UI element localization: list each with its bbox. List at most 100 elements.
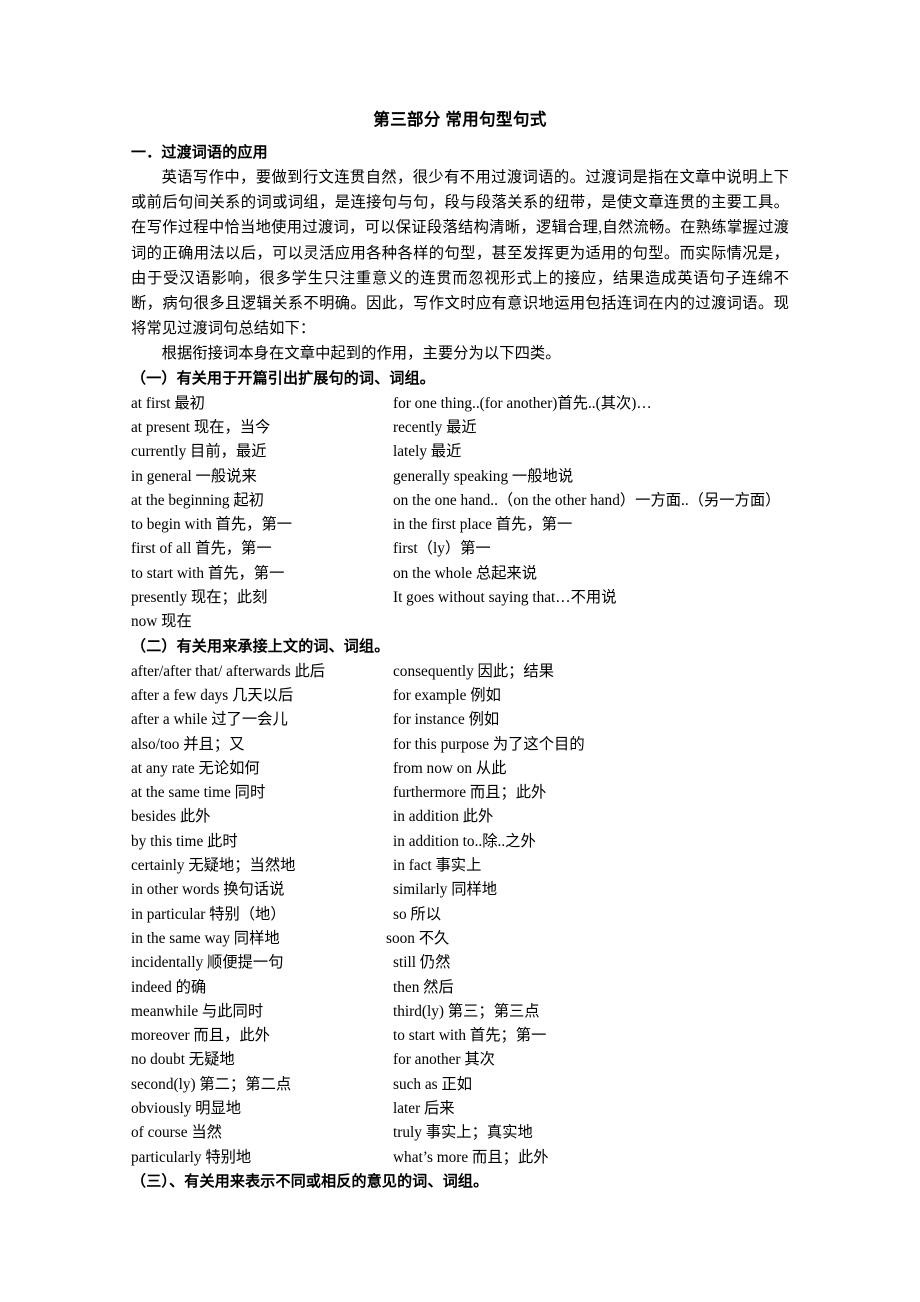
word-pair-row: now 现在 xyxy=(131,610,789,634)
word-entry-left: at the same time 同时 xyxy=(131,784,266,802)
word-pair-row: at first 最初 for one thing..(for another)首… xyxy=(131,392,789,416)
word-entry-right: on the one hand..（on the other hand）一方面.… xyxy=(393,491,781,509)
word-entry-right: for one thing..(for another)首先..(其次)… xyxy=(393,394,652,412)
word-pair-row: presently 现在；此刻 It goes without saying th… xyxy=(131,586,789,610)
word-entry-left: at the beginning 起初 xyxy=(131,491,264,509)
word-entry-right: in the first place 首先，第一 xyxy=(393,516,573,534)
word-pair-row: particularly 特别地 what’s more 而且；此外 xyxy=(131,1146,789,1170)
word-entry-right: furthermore 而且；此外 xyxy=(393,784,547,802)
word-entry-right: first（ly）第一 xyxy=(393,540,491,558)
word-entry-right: so 所以 xyxy=(393,905,442,923)
word-entry-right: to start with 首先；第一 xyxy=(393,1027,547,1045)
word-pair-row: obviously 明显地 later 后来 xyxy=(131,1097,789,1121)
word-entry-right: such as 正如 xyxy=(393,1075,473,1093)
word-pair-row: first of all 首先，第一 first（ly）第一 xyxy=(131,537,789,561)
word-entry-right: third(ly) 第三；第三点 xyxy=(393,1002,540,1020)
word-entry-left: obviously 明显地 xyxy=(131,1099,242,1117)
word-pair-row: after/after that/ afterwards 此后 consequen… xyxy=(131,660,789,684)
word-entry-right: It goes without saying that…不用说 xyxy=(393,589,617,607)
word-pair-row: certainly 无疑地；当然地 in fact 事实上 xyxy=(131,854,789,878)
word-entry-left: indeed 的确 xyxy=(131,978,207,996)
word-pair-row: in other words 换句话说 similarly 同样地 xyxy=(131,878,789,902)
word-pair-row: at the beginning 起初 on the one hand..（on … xyxy=(131,489,789,513)
word-entry-right: truly 事实上；真实地 xyxy=(393,1124,533,1142)
word-entry-right: for instance 例如 xyxy=(393,711,500,729)
page-title: 第三部分 常用句型句式 xyxy=(373,110,547,129)
word-entry-right: later 后来 xyxy=(393,1099,455,1117)
word-entry-left: in other words 换句话说 xyxy=(131,881,285,899)
word-pair-row: in general 一般说来 generally speaking 一般地说 xyxy=(131,465,789,489)
word-pair-row: moreover 而且，此外 to start with 首先；第一 xyxy=(131,1024,789,1048)
word-entry-right: generally speaking 一般地说 xyxy=(393,467,574,485)
word-list-2: after/after that/ afterwards 此后 consequen… xyxy=(131,660,789,1170)
word-entry-right: similarly 同样地 xyxy=(393,881,498,899)
word-entry-left: at present 现在，当今 xyxy=(131,418,271,436)
word-entry-left: currently 目前，最近 xyxy=(131,443,267,461)
word-entry-left: first of all 首先，第一 xyxy=(131,540,272,558)
word-pair-row: after a few days 几天以后 for example 例如 xyxy=(131,684,789,708)
word-list-1: at first 最初 for one thing..(for another)首… xyxy=(131,392,789,635)
word-entry-left: moreover 而且，此外 xyxy=(131,1027,270,1045)
word-pair-row: in particular 特别（地） so 所以 xyxy=(131,903,789,927)
word-pair-row: at the same time 同时 furthermore 而且；此外 xyxy=(131,781,789,805)
word-pair-row: also/too 并且；又 for this purpose 为了这个目的 xyxy=(131,733,789,757)
word-entry-left: after a few days 几天以后 xyxy=(131,686,294,704)
word-entry-left: no doubt 无疑地 xyxy=(131,1051,235,1069)
word-entry-right: soon 不久 xyxy=(386,929,450,947)
word-pair-row: indeed 的确 then 然后 xyxy=(131,976,789,1000)
document-content: 第三部分 常用句型句式 一．过渡词语的应用 英语写作中，要做到行文连贯自然，很少… xyxy=(131,108,789,1195)
word-pair-row: meanwhile 与此同时 third(ly) 第三；第三点 xyxy=(131,1000,789,1024)
word-entry-right: for this purpose 为了这个目的 xyxy=(393,735,585,753)
subsection-heading-2: （二）有关用来承接上文的词、词组。 xyxy=(131,638,390,655)
word-entry-right: on the whole 总起来说 xyxy=(393,564,538,582)
word-entry-left: certainly 无疑地；当然地 xyxy=(131,857,296,875)
word-pair-row: after a while 过了一会儿 for instance 例如 xyxy=(131,708,789,732)
word-entry-right: still 仍然 xyxy=(393,954,451,972)
word-entry-left: in the same way 同样地 xyxy=(131,929,280,947)
word-pair-row: no doubt 无疑地 for another 其次 xyxy=(131,1048,789,1072)
word-entry-right: then 然后 xyxy=(393,978,454,996)
document-page: 第三部分 常用句型句式 一．过渡词语的应用 英语写作中，要做到行文连贯自然，很少… xyxy=(0,0,920,1302)
word-pair-row: at present 现在，当今 recently 最近 xyxy=(131,416,789,440)
word-entry-left: now 现在 xyxy=(131,613,192,631)
subsection-heading-1: （一）有关用于开篇引出扩展句的词、词组。 xyxy=(131,370,436,387)
word-entry-left: by this time 此时 xyxy=(131,832,238,850)
word-pair-row: by this time 此时 in addition to..除..之外 xyxy=(131,830,789,854)
word-entry-left: in general 一般说来 xyxy=(131,467,257,485)
word-entry-right: lately 最近 xyxy=(393,443,462,461)
word-entry-left: meanwhile 与此同时 xyxy=(131,1002,264,1020)
word-entry-left: particularly 特别地 xyxy=(131,1148,252,1166)
word-entry-left: at any rate 无论如何 xyxy=(131,759,260,777)
word-entry-left: presently 现在；此刻 xyxy=(131,589,268,607)
word-pair-row: of course 当然 truly 事实上；真实地 xyxy=(131,1121,789,1145)
word-entry-left: to start with 首先，第一 xyxy=(131,564,285,582)
word-entry-left: second(ly) 第二；第二点 xyxy=(131,1075,292,1093)
word-entry-left: to begin with 首先，第一 xyxy=(131,516,293,534)
section-heading-transition-words: 一．过渡词语的应用 xyxy=(131,144,268,161)
word-entry-left: after a while 过了一会儿 xyxy=(131,711,288,729)
word-entry-right: for another 其次 xyxy=(393,1051,495,1069)
word-entry-left: besides 此外 xyxy=(131,808,211,826)
subsection-heading-3: （三）、有关用来表示不同或相反的意见的词、词组。 xyxy=(131,1173,489,1190)
word-entry-right: recently 最近 xyxy=(393,418,477,436)
word-pair-row: in the same way 同样地 soon 不久 xyxy=(131,927,789,951)
intro-paragraph-2: 根据衔接词本身在文章中起到的作用，主要分为以下四类。 xyxy=(161,345,561,363)
word-entry-left: in particular 特别（地） xyxy=(131,905,286,923)
word-entry-right: in addition to..除..之外 xyxy=(393,832,536,850)
word-pair-row: currently 目前，最近 lately 最近 xyxy=(131,440,789,464)
word-entry-left: at first 最初 xyxy=(131,394,205,412)
word-pair-row: to start with 首先，第一 on the whole 总起来说 xyxy=(131,562,789,586)
word-pair-row: besides 此外 in addition 此外 xyxy=(131,805,789,829)
word-entry-left: of course 当然 xyxy=(131,1124,222,1142)
word-entry-left: also/too 并且；又 xyxy=(131,735,245,753)
word-pair-row: incidentally 顺便提一句 still 仍然 xyxy=(131,951,789,975)
word-pair-row: to begin with 首先，第一 in the first place 首先… xyxy=(131,513,789,537)
word-entry-right: in fact 事实上 xyxy=(393,857,482,875)
word-entry-right: consequently 因此；结果 xyxy=(393,662,555,680)
intro-paragraph-1: 英语写作中，要做到行文连贯自然，很少有不用过渡词语的。过渡词是指在文章中说明上下… xyxy=(131,169,789,338)
word-entry-right: in addition 此外 xyxy=(393,808,494,826)
word-entry-right: for example 例如 xyxy=(393,686,501,704)
word-entry-right: from now on 从此 xyxy=(393,759,507,777)
word-entry-left: after/after that/ afterwards 此后 xyxy=(131,662,326,680)
word-entry-right: what’s more 而且；此外 xyxy=(393,1148,549,1166)
